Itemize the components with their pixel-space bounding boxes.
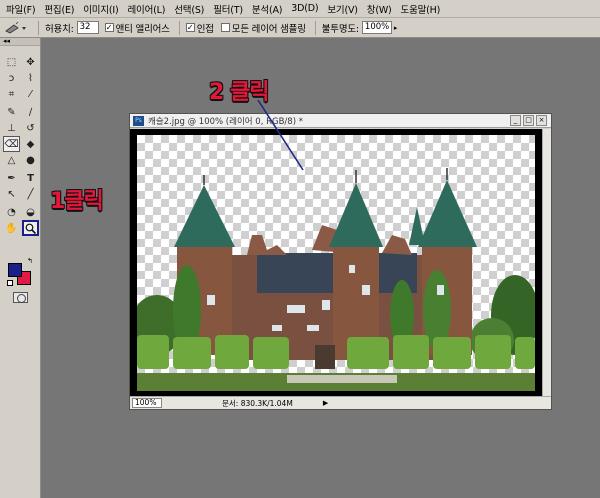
quick-select-tool-icon[interactable]: ⌇ (22, 70, 39, 86)
maximize-button[interactable]: □ (523, 115, 534, 126)
path-select-tool-icon[interactable]: ↖ (3, 186, 20, 202)
quick-mask-button[interactable] (13, 292, 28, 303)
options-bar: 허용치: 32 ✓ 앤티 앨리어스 ✓ 인접 모든 레이어 샘플링 불투명도: … (0, 18, 600, 38)
tool-row: ✎ ∕ (3, 104, 39, 120)
zoom-tool-icon[interactable] (22, 220, 39, 236)
window-controls: _ □ × (508, 115, 547, 126)
crop-tool-icon[interactable]: ⌗ (3, 86, 20, 102)
healing-brush-tool-icon[interactable]: ✎ (3, 104, 20, 120)
panel-grip[interactable]: ◂◂ (0, 38, 40, 46)
dodge-tool-icon[interactable]: ● (22, 152, 39, 168)
brush-tool-icon[interactable]: ∕ (22, 104, 39, 120)
3d-orbit-tool-icon[interactable]: ◒ (22, 204, 39, 220)
tool-row: ⬚ ✥ (3, 54, 39, 70)
tool-row: △ ● (3, 152, 39, 168)
canvas-area[interactable] (130, 129, 551, 397)
menu-filter[interactable]: 필터(T) (213, 2, 243, 16)
separator (178, 20, 180, 35)
swap-colors-icon[interactable]: ↰ (27, 257, 33, 265)
separator (314, 20, 316, 35)
menu-view[interactable]: 보기(V) (327, 2, 358, 16)
default-colors-icon[interactable] (7, 280, 13, 286)
document-title: 캐슬2.jpg @ 100% (레이어 0, RGB/8) * (148, 116, 303, 127)
menu-analysis[interactable]: 분석(A) (252, 2, 283, 16)
opacity-dropdown-icon[interactable]: ▸ (394, 24, 398, 32)
tool-row: ⌫ ◆ (3, 136, 39, 152)
clone-stamp-tool-icon[interactable]: ⊥ (3, 120, 20, 136)
move-tool-icon[interactable]: ✥ (22, 54, 39, 70)
vertical-scrollbar[interactable] (542, 129, 551, 397)
castle-image (137, 168, 535, 391)
menu-select[interactable]: 선택(S) (174, 2, 204, 16)
tolerance-label: 허용치: (45, 23, 74, 35)
annotation-step1: 1클릭 (50, 189, 104, 214)
document-titlebar[interactable]: Ps 캐슬2.jpg @ 100% (레이어 0, RGB/8) * _ □ × (130, 114, 551, 128)
tools-panel: ◂◂ ⬚ ✥ ↄ ⌇ ⌗ ⁄ ✎ ∕ ⊥ ↺ ⌫ ◆ △ ● ✒ T ↖ ╱ ◔… (0, 38, 41, 498)
menu-image[interactable]: 이미지(I) (83, 2, 118, 16)
history-brush-tool-icon[interactable]: ↺ (22, 120, 39, 136)
tool-row: ✒ T (3, 170, 39, 186)
pen-tool-icon[interactable]: ✒ (3, 170, 20, 186)
status-menu-arrow-icon[interactable]: ▶ (323, 399, 328, 407)
blur-tool-icon[interactable]: △ (3, 152, 20, 168)
tool-row: ⌗ ⁄ (3, 86, 39, 102)
tolerance-input[interactable]: 32 (76, 21, 99, 34)
opacity-label: 불투명도: (321, 23, 359, 35)
menu-layer[interactable]: 레이어(L) (128, 2, 166, 16)
separator (38, 20, 39, 35)
3d-rotate-tool-icon[interactable]: ◔ (3, 204, 20, 220)
annotation-step2: 2 클릭 (209, 80, 269, 105)
sample-all-label: 모든 레이어 샘플링 (231, 23, 306, 35)
tool-row: ◔ ◒ (3, 204, 39, 220)
sample-all-checkbox[interactable] (220, 23, 230, 32)
menu-file[interactable]: 파일(F) (6, 2, 36, 16)
contiguous-label: 인접 (196, 23, 214, 35)
magic-eraser-icon (5, 21, 26, 33)
lasso-tool-icon[interactable]: ↄ (3, 70, 20, 86)
tool-row: ↖ ╱ (3, 186, 39, 202)
foreground-color-swatch[interactable] (8, 263, 22, 277)
tool-row: ✋ (3, 220, 39, 236)
menu-edit[interactable]: 편집(E) (44, 2, 74, 16)
type-tool-icon[interactable]: T (22, 170, 39, 186)
eyedropper-tool-icon[interactable]: ⁄ (22, 86, 39, 102)
photoshop-doc-icon: Ps (133, 115, 144, 126)
menu-window[interactable]: 창(W) (367, 2, 392, 16)
document-size-info: 문서: 830.3K/1.04M (222, 398, 293, 408)
shape-tool-icon[interactable]: ╱ (22, 186, 39, 202)
minimize-button[interactable]: _ (510, 115, 521, 126)
image-canvas[interactable] (137, 135, 535, 391)
opacity-input[interactable]: 100% (361, 21, 392, 34)
status-bar: 100% 문서: 830.3K/1.04M ▶ (130, 396, 551, 409)
paint-bucket-tool-icon[interactable]: ◆ (22, 136, 39, 152)
menu-3d[interactable]: 3D(D) (291, 3, 318, 14)
zoom-level-field[interactable]: 100% (132, 398, 162, 408)
hand-tool-icon[interactable]: ✋ (3, 220, 20, 236)
marquee-tool-icon[interactable]: ⬚ (3, 54, 20, 70)
eraser-tool-icon[interactable]: ⌫ (3, 136, 20, 152)
magnifier-icon (25, 223, 36, 234)
document-window: Ps 캐슬2.jpg @ 100% (레이어 0, RGB/8) * _ □ × (129, 113, 552, 410)
close-button[interactable]: × (536, 115, 547, 126)
antialias-label: 앤티 앨리어스 (115, 23, 170, 35)
contiguous-checkbox[interactable]: ✓ (185, 23, 195, 32)
antialias-checkbox[interactable]: ✓ (104, 23, 114, 32)
menu-bar: 파일(F) 편집(E) 이미지(I) 레이어(L) 선택(S) 필터(T) 분석… (0, 0, 600, 18)
tool-preset-picker[interactable] (4, 20, 32, 36)
tool-row: ↄ ⌇ (3, 70, 39, 86)
tool-row: ⊥ ↺ (3, 120, 39, 136)
menu-help[interactable]: 도움말(H) (401, 2, 441, 16)
